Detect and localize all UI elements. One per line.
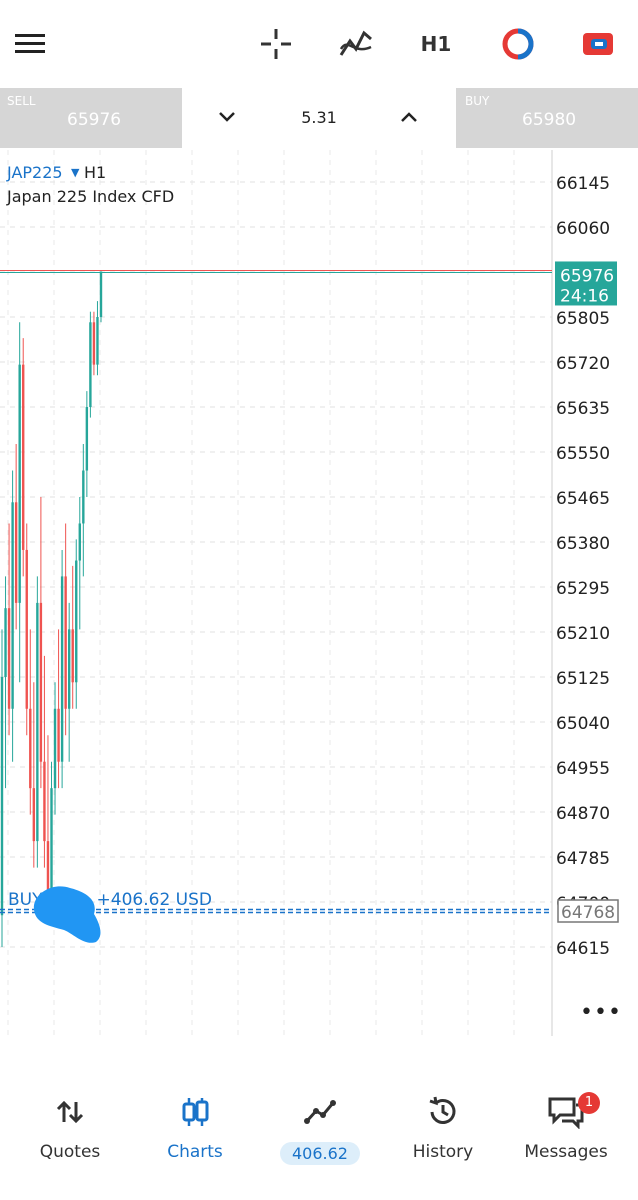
candle-body [75,560,78,683]
candle-body [36,602,39,842]
redaction-mark [33,886,101,943]
one-click-trade-panel: SELL 65976 5.31 BUY 65980 [0,88,638,148]
messages-badge: 1 [578,1092,600,1114]
crosshair-icon[interactable] [254,22,298,66]
candle-body [67,629,71,709]
candle-body [60,576,64,762]
trade-icon[interactable] [576,22,620,66]
candle-body [57,708,60,762]
candle-body [71,629,74,683]
candle-body [92,322,96,365]
volume-control: 5.31 [182,88,456,148]
volume-increase-icon[interactable] [398,106,420,132]
nav-messages[interactable]: Messages 1 [506,1092,626,1162]
candles [0,271,103,947]
y-tick-label: 64870 [556,804,610,824]
y-tick-label: 65295 [556,579,610,599]
y-tick-label: 65465 [556,489,610,509]
candle-body [18,364,21,603]
nav-quotes-label: Quotes [39,1142,101,1162]
balance-badge: 406.62 [280,1142,360,1165]
y-tick-label: 64785 [556,849,610,869]
y-tick-label: 65210 [556,624,610,644]
candle-body [96,317,99,365]
y-tick-label: 65720 [556,354,610,374]
nav-quotes[interactable]: Quotes [10,1092,130,1162]
y-tick-label: 65125 [556,669,610,689]
sell-price: 65976 [67,110,122,130]
candle-body [0,677,4,916]
candle-body [25,549,28,709]
chart-symbol[interactable]: JAP225 [7,163,63,182]
sell-label: SELL [7,94,36,108]
timeframe-button[interactable]: H1 [414,22,458,66]
y-tick-label: 65635 [556,399,610,419]
nav-messages-label: Messages [524,1142,608,1162]
position-price-label: 64768 [561,903,615,923]
nav-history-label: History [412,1142,474,1162]
messages-icon [506,1092,626,1132]
candle-body [85,407,89,471]
candle-body [4,608,7,677]
candle-body [64,576,67,709]
nav-trade[interactable]: 406.62 [260,1092,380,1165]
candle-body [39,602,43,762]
candle-body [29,708,32,789]
candle-body [14,502,18,603]
chart-timeframe: H1 [84,163,107,182]
nav-history[interactable]: History [383,1092,503,1162]
bar-countdown: 24:16 [560,286,609,306]
y-tick-label: 66145 [556,174,610,194]
sell-button[interactable]: SELL 65976 [0,88,180,148]
trade-chart-icon [260,1092,380,1132]
candle-body [7,608,11,709]
menu-icon[interactable] [8,22,52,66]
chart-overlays: 6597624:16BUY 5.31, +406.62 USD64768 [0,261,619,923]
candle-body [78,523,81,561]
buy-price: 65980 [522,110,577,130]
quotes-icon [10,1092,130,1132]
candle-body [43,761,46,842]
chart-description: Japan 225 Index CFD [7,187,175,206]
candle-body [99,271,103,317]
y-tick-label: 65805 [556,309,610,329]
y-tick-label: 65380 [556,534,610,554]
current-price-label: 65976 [560,266,614,286]
more-options-icon[interactable]: ••• [580,1000,622,1025]
symbol-dropdown-icon[interactable]: ▼ [71,166,79,179]
y-tick-label: 66060 [556,219,610,239]
y-tick-label: 64615 [556,939,610,959]
indicators-icon[interactable] [334,22,378,66]
candle-body [82,470,85,524]
candle-body [89,322,92,407]
candle-body [53,708,57,789]
one-click-trading-icon[interactable] [496,22,540,66]
buy-label: BUY [465,94,490,108]
candle-body [32,788,36,842]
candle-body [11,502,14,709]
nav-charts[interactable]: Charts [135,1092,255,1162]
candle-body [22,364,25,550]
bottom-navigation: Quotes Charts 406.62 History Messages 1 [0,1078,638,1200]
history-icon [383,1092,503,1132]
y-tick-label: 65550 [556,444,610,464]
y-tick-label: 65040 [556,714,610,734]
candle-body [50,788,53,895]
buy-button[interactable]: BUY 65980 [458,88,638,148]
charts-icon [135,1092,255,1132]
top-toolbar: H1 [0,0,638,88]
y-tick-label: 64955 [556,759,610,779]
nav-charts-label: Charts [167,1142,223,1162]
